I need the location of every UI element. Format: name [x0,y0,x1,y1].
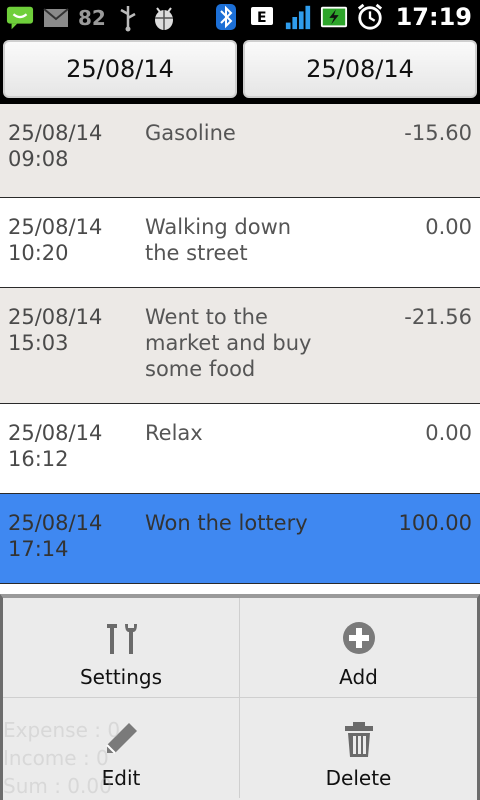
signal-icon [284,3,312,31]
entry-date: 25/08/14 [8,421,103,445]
entry-datetime: 25/08/14 17:14 [8,510,102,562]
entry-amount: -15.60 [404,121,472,145]
tools-icon [100,617,142,659]
list-item-selected[interactable]: 25/08/14 17:14 Won the lottery 100.00 [0,494,480,584]
alarm-icon [356,3,384,31]
transaction-list[interactable]: 25/08/14 09:08 Gasoline -15.60 25/08/14 … [0,104,480,600]
entry-date: 25/08/14 [8,305,103,329]
entry-time: 15:03 [8,331,69,355]
entry-date: 25/08/14 [8,215,103,239]
add-menu-item[interactable]: Add [240,598,477,698]
summary-sum: Sum : 0.00 [3,774,112,798]
entry-description: Won the lottery [145,511,308,535]
entry-time: 17:14 [8,537,69,561]
entry-description: Gasoline [145,121,236,145]
settings-label: Settings [79,665,163,689]
delete-label: Delete [325,766,392,790]
svg-text:E: E [257,10,267,26]
from-date-button[interactable]: 25/08/14 [3,40,237,98]
summary-income: Income : 0 [3,746,109,770]
usb-icon [114,4,142,32]
entry-time: 09:08 [8,147,69,171]
edit-menu-item[interactable]: Expense : 0 Income : 0 Sum : 0.00 Edit [3,698,240,798]
trash-icon [338,718,380,760]
add-icon [338,617,380,659]
message-icon [6,4,34,32]
settings-menu-item[interactable]: Settings [3,598,240,698]
clock-time: 17:19 [395,3,472,31]
entry-datetime: 25/08/14 15:03 [8,304,102,356]
to-date-button[interactable]: 25/08/14 [243,40,477,98]
summary-expense: Expense : 0 [3,718,121,742]
bluetooth-icon [212,3,240,31]
entry-amount: 0.00 [425,215,472,239]
list-item[interactable]: 25/08/14 16:12 Relax 0.00 [0,404,480,494]
battery-charging-icon [320,3,348,31]
entry-datetime: 25/08/14 16:12 [8,420,102,472]
delete-menu-item[interactable]: Delete [240,698,477,798]
entry-description: Relax [145,421,203,445]
debug-icon [150,4,178,32]
entry-datetime: 25/08/14 09:08 [8,120,102,172]
entry-amount: 100.00 [398,511,472,535]
add-label: Add [339,665,378,689]
options-menu: Settings Add Expense : 0 Income : 0 Sum … [0,594,480,800]
entry-amount: -21.56 [404,305,472,329]
status-bar-left: 82 [6,4,178,32]
entry-description: Went to the market and buy some food [145,305,312,381]
list-item[interactable]: 25/08/14 09:08 Gasoline -15.60 [0,104,480,198]
entry-datetime: 25/08/14 10:20 [8,214,102,266]
status-bar-right: E 17:19 [212,3,472,31]
entry-time: 16:12 [8,447,69,471]
entry-date: 25/08/14 [8,511,103,535]
entry-time: 10:20 [8,241,69,265]
entry-description: Walking down the street [145,215,292,265]
list-item[interactable]: 25/08/14 15:03 Went to the market and bu… [0,288,480,404]
battery-level-text: 82 [78,6,106,30]
gmail-icon [42,4,70,32]
date-range-header: 25/08/14 25/08/14 [0,38,480,104]
list-item[interactable]: 25/08/14 10:20 Walking down the street 0… [0,198,480,288]
entry-date: 25/08/14 [8,121,103,145]
entry-amount: 0.00 [425,421,472,445]
network-e-icon: E [248,3,276,31]
status-bar: 82 E 17:19 [0,0,480,38]
